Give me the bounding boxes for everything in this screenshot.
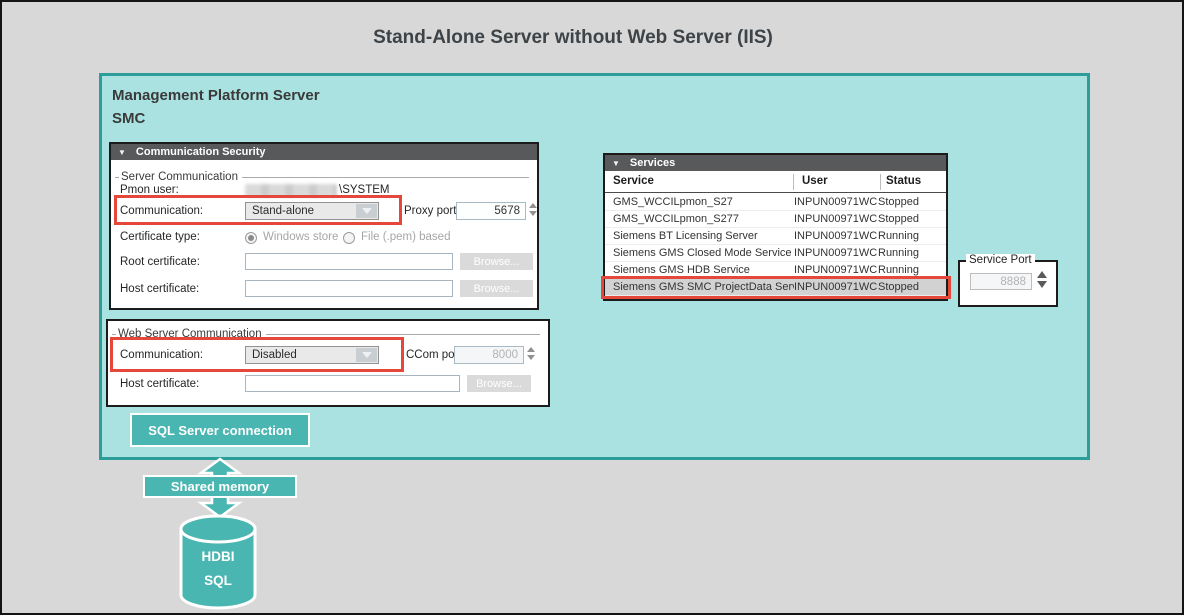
management-platform-title: Management Platform Server	[112, 87, 320, 104]
certificate-type-label: Certificate type:	[120, 231, 200, 243]
stepper-down-icon[interactable]	[527, 355, 535, 360]
service-user-cell: INPUN00971WC	[794, 281, 878, 293]
root-certificate-label: Root certificate:	[120, 256, 200, 268]
web-server-communication-panel: Web Server Communication Communication: …	[106, 319, 550, 407]
communication-security-header-label: Communication Security	[136, 146, 266, 158]
web-server-communication-group-label: Web Server Communication	[118, 328, 262, 340]
windows-store-radio-label: Windows store	[263, 231, 338, 243]
diagram-canvas: Stand-Alone Server without Web Server (I…	[0, 0, 1184, 615]
web-server-communication-group: Web Server Communication	[112, 328, 540, 340]
chevron-down-icon[interactable]	[356, 204, 377, 218]
service-status-cell: Stopped	[878, 213, 946, 225]
column-divider	[793, 174, 794, 190]
ccom-port-input[interactable]: 8000	[454, 346, 524, 364]
service-status-cell: Running	[878, 247, 946, 259]
proxy-port-input[interactable]: 5678	[456, 202, 526, 220]
services-header[interactable]: ▼ Services	[605, 155, 946, 171]
service-row[interactable]: Siemens BT Licensing Server INPUN00971WC…	[605, 228, 946, 245]
service-port-stepper[interactable]	[1037, 271, 1047, 288]
service-status-cell: Running	[878, 230, 946, 242]
chevron-down-icon[interactable]	[356, 348, 377, 362]
communication-dropdown[interactable]: Stand-alone	[245, 202, 379, 220]
sql-server-connection-button[interactable]: SQL Server connection	[130, 413, 310, 447]
group-line	[266, 334, 540, 335]
service-row[interactable]: GMS_WCCILpmon_S277 INPUN00971WC Stopped	[605, 211, 946, 228]
service-name-cell: GMS_WCCILpmon_S277	[605, 213, 794, 225]
file-pem-radio-label: File (.pem) based	[361, 231, 450, 243]
stepper-up-icon[interactable]	[1037, 271, 1047, 278]
database-name-line2: SQL	[178, 573, 258, 588]
service-name-cell: Siemens BT Licensing Server	[605, 230, 794, 242]
service-user-cell: INPUN00971WC	[794, 196, 878, 208]
services-panel: ▼ Services Service User Status GMS_WCCIL…	[603, 153, 948, 301]
collapse-triangle-icon[interactable]: ▼	[118, 148, 126, 157]
hdbi-sql-database: HDBI SQL	[178, 513, 258, 611]
host-certificate-input[interactable]	[245, 280, 453, 297]
service-status-cell: Running	[878, 264, 946, 276]
column-user[interactable]: User	[802, 175, 828, 187]
service-name-cell: Siemens GMS HDB Service	[605, 264, 794, 276]
service-user-cell: INPUN00971WC	[794, 247, 878, 259]
ccom-port-stepper[interactable]	[526, 347, 536, 360]
communication-security-panel: ▼ Communication Security Server Communic…	[109, 142, 539, 310]
database-name-line1: HDBI	[178, 549, 258, 564]
service-row[interactable]: GMS_WCCILpmon_S27 INPUN00971WC Stopped	[605, 194, 946, 211]
stepper-up-icon[interactable]	[529, 203, 537, 208]
shared-memory-label: Shared memory	[143, 475, 297, 498]
web-communication-dropdown[interactable]: Disabled	[245, 346, 379, 364]
service-row-selected[interactable]: Siemens GMS SMC ProjectData Service INPU…	[605, 279, 946, 296]
web-communication-label: Communication:	[120, 349, 203, 361]
stepper-down-icon[interactable]	[1037, 281, 1047, 288]
proxy-port-stepper[interactable]	[528, 203, 538, 216]
service-row[interactable]: Siemens GMS Closed Mode Service INPUN009…	[605, 245, 946, 262]
server-communication-group-label: Server Communication	[121, 171, 238, 183]
pmon-user-redacted-value	[245, 184, 337, 197]
smc-label: SMC	[112, 110, 145, 127]
service-status-cell: Stopped	[878, 196, 946, 208]
web-host-certificate-label: Host certificate:	[120, 378, 199, 390]
diagram-title: Stand-Alone Server without Web Server (I…	[2, 27, 1144, 49]
group-line	[112, 334, 116, 335]
column-service[interactable]: Service	[613, 175, 654, 187]
service-status-cell: Stopped	[878, 281, 946, 293]
service-port-input[interactable]: 8888	[970, 273, 1032, 290]
service-user-cell: INPUN00971WC	[794, 213, 878, 225]
web-communication-dropdown-value: Disabled	[252, 349, 297, 361]
proxy-port-label: Proxy port:	[404, 205, 460, 217]
communication-label: Communication:	[120, 205, 203, 217]
server-communication-group: Server Communication	[115, 171, 529, 183]
service-user-cell: INPUN00971WC	[794, 264, 878, 276]
host-certificate-browse-button[interactable]: Browse...	[460, 280, 533, 297]
pmon-user-label: Pmon user:	[120, 184, 179, 196]
communication-dropdown-value: Stand-alone	[252, 205, 314, 217]
host-certificate-label: Host certificate:	[120, 283, 199, 295]
web-host-certificate-browse-button[interactable]: Browse...	[467, 375, 531, 392]
pmon-user-domain-suffix: \SYSTEM	[339, 184, 389, 196]
services-table-body: GMS_WCCILpmon_S27 INPUN00971WC Stopped G…	[605, 194, 946, 296]
windows-store-radio[interactable]	[245, 232, 257, 244]
communication-security-header[interactable]: ▼ Communication Security	[111, 144, 537, 160]
root-certificate-browse-button[interactable]: Browse...	[460, 253, 533, 270]
stepper-down-icon[interactable]	[529, 211, 537, 216]
service-name-cell: Siemens GMS SMC ProjectData Service	[605, 281, 794, 293]
service-name-cell: GMS_WCCILpmon_S27	[605, 196, 794, 208]
service-user-cell: INPUN00971WC	[794, 230, 878, 242]
column-status[interactable]: Status	[886, 175, 921, 187]
management-platform-box: Management Platform Server SMC ▼ Communi…	[99, 73, 1090, 460]
root-certificate-input[interactable]	[245, 253, 453, 270]
column-divider	[880, 174, 881, 190]
service-name-cell: Siemens GMS Closed Mode Service	[605, 247, 794, 259]
services-column-header: Service User Status	[605, 171, 946, 193]
service-port-box: Service Port 8888	[958, 260, 1058, 307]
collapse-triangle-icon[interactable]: ▼	[612, 159, 620, 168]
group-line	[242, 177, 529, 178]
stepper-up-icon[interactable]	[527, 347, 535, 352]
file-pem-radio[interactable]	[343, 232, 355, 244]
service-row[interactable]: Siemens GMS HDB Service INPUN00971WC Run…	[605, 262, 946, 279]
service-port-label: Service Port	[966, 254, 1035, 266]
web-host-certificate-input[interactable]	[245, 375, 460, 392]
group-line	[115, 177, 119, 178]
services-header-label: Services	[630, 157, 675, 169]
